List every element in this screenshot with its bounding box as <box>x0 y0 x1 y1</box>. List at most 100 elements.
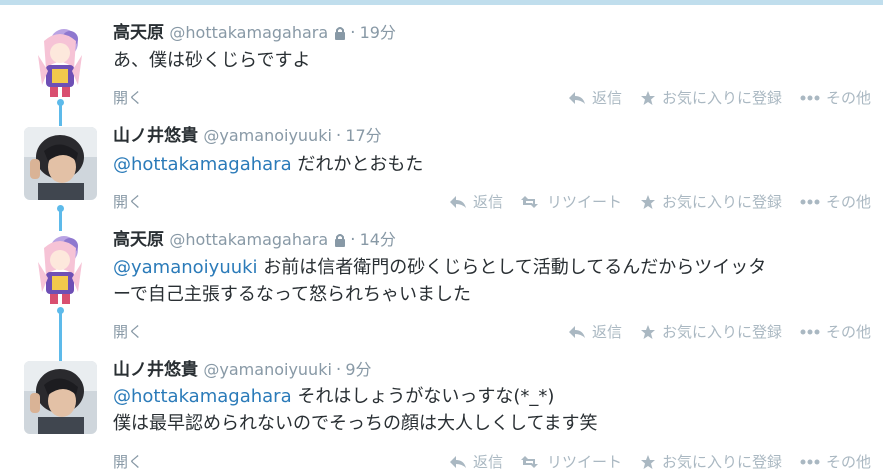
reply-label: 返信 <box>472 193 503 211</box>
tweet-actions: 返信 リツイート お気に入りに登録 その他 <box>431 451 871 472</box>
tweet-actions: 返信 お気に入りに登録 その他 <box>550 87 871 108</box>
reply-label: 返信 <box>472 453 503 471</box>
reply-icon <box>449 455 466 468</box>
tweet-text: @yamanoiyuuki お前は信者衛門の砂くじらとして活動してるんだからツイ… <box>113 254 863 308</box>
more-label: その他 <box>825 89 871 107</box>
lock-icon <box>334 231 346 253</box>
tweet-text-line: ーで自己主張するなって怒られちゃいました <box>113 284 472 305</box>
retweet-icon <box>520 455 538 468</box>
reply-button[interactable]: 返信 <box>568 321 622 342</box>
more-dots-icon <box>800 459 820 464</box>
thread-connector <box>59 209 62 231</box>
person-photo-avatar-image <box>24 127 97 200</box>
favorite-label: お気に入りに登録 <box>661 323 782 341</box>
retweet-label: リツイート <box>546 193 622 211</box>
reply-button[interactable]: 返信 <box>449 451 503 472</box>
person-photo-avatar-image <box>24 361 97 434</box>
tweet-header: 高天原 @hottakamagahara · 19分 <box>113 22 396 46</box>
tweet-text-segment: お前は信者衛門の砂くじらとして活動してるんだからツイッタ <box>257 257 767 278</box>
more-label: その他 <box>825 323 871 341</box>
timestamp[interactable]: 17分 <box>345 126 381 145</box>
thread-connector-dot <box>57 99 64 106</box>
retweet-label: リツイート <box>546 453 622 471</box>
favorite-button[interactable]: お気に入りに登録 <box>640 87 782 108</box>
tweet-actions: 返信 お気に入りに登録 その他 <box>550 321 871 342</box>
username[interactable]: @yamanoiyuuki <box>203 126 332 145</box>
star-icon <box>640 90 655 105</box>
more-button[interactable]: その他 <box>800 451 871 472</box>
tweet-text-segment: それはしょうがないっすな(*_*) <box>291 386 555 407</box>
display-name[interactable]: 高天原 <box>113 230 164 250</box>
favorite-button[interactable]: お気に入りに登録 <box>640 451 782 472</box>
tweet-text: @hottakamagahara それはしょうがないっすな(*_*) 僕は最早認… <box>113 383 863 437</box>
reply-label: 返信 <box>591 89 622 107</box>
favorite-label: お気に入りに登録 <box>661 193 782 211</box>
favorite-button[interactable]: お気に入りに登録 <box>640 321 782 342</box>
anime-girl-avatar-image <box>24 25 97 98</box>
tweet-text-line: @yamanoiyuuki お前は信者衛門の砂くじらとして活動してるんだからツイ… <box>113 254 863 281</box>
display-name[interactable]: 高天原 <box>113 23 164 43</box>
favorite-label: お気に入りに登録 <box>661 89 782 107</box>
thread-connector <box>59 311 62 361</box>
lock-icon <box>334 24 346 46</box>
tweet-header: 山ノ井悠貴 @yamanoiyuuki · 9分 <box>113 359 372 381</box>
timestamp[interactable]: 19分 <box>360 23 396 42</box>
mention-link[interactable]: @yamanoiyuuki <box>113 257 258 278</box>
username[interactable]: @hottakamagahara <box>169 230 328 249</box>
timestamp[interactable]: 14分 <box>360 230 396 249</box>
more-label: その他 <box>825 453 871 471</box>
reply-button[interactable]: 返信 <box>568 87 622 108</box>
thread-connector-dot <box>57 205 64 212</box>
expand-link[interactable]: 開く <box>113 451 143 472</box>
conversation-thread: 高天原 @hottakamagahara · 19分 あ、僕は砂くじらですよ 開く … <box>0 0 883 472</box>
avatar[interactable] <box>24 25 97 98</box>
anime-girl-avatar-image <box>24 232 97 305</box>
thread-connector-dot <box>57 307 64 314</box>
tweet-header: 山ノ井悠貴 @yamanoiyuuki · 17分 <box>113 125 382 147</box>
reply-button[interactable]: 返信 <box>449 191 503 212</box>
star-icon <box>640 194 655 209</box>
tweet-text: あ、僕は砂くじらですよ <box>113 47 863 74</box>
tweet-text-line: だれかとおもた <box>291 154 424 175</box>
more-dots-icon <box>800 199 820 204</box>
retweet-button[interactable]: リツイート <box>520 191 622 212</box>
retweet-icon <box>520 195 538 208</box>
favorite-button[interactable]: お気に入りに登録 <box>640 191 782 212</box>
star-icon <box>640 324 655 339</box>
more-label: その他 <box>825 193 871 211</box>
avatar[interactable] <box>24 127 97 200</box>
tweet-header: 高天原 @hottakamagahara · 14分 <box>113 229 396 253</box>
tweet-actions: 返信 リツイート お気に入りに登録 その他 <box>431 191 871 212</box>
mention-link[interactable]: @hottakamagahara <box>113 386 292 407</box>
timestamp[interactable]: 9分 <box>345 360 371 379</box>
retweet-button[interactable]: リツイート <box>520 451 622 472</box>
separator-dot: · <box>335 360 342 380</box>
star-icon <box>640 454 655 469</box>
expand-link[interactable]: 開く <box>113 321 143 342</box>
tweet-text-line: @hottakamagahara それはしょうがないっすな(*_*) <box>113 383 863 410</box>
mention-link[interactable]: @hottakamagahara <box>113 154 292 175</box>
more-button[interactable]: その他 <box>800 191 871 212</box>
expand-link[interactable]: 開く <box>113 191 143 212</box>
favorite-label: お気に入りに登録 <box>661 453 782 471</box>
more-dots-icon <box>800 329 820 334</box>
tweet-text-line: あ、僕は砂くじらですよ <box>113 50 311 71</box>
separator-dot: · <box>335 126 342 146</box>
separator-dot: · <box>350 230 356 250</box>
more-button[interactable]: その他 <box>800 87 871 108</box>
tweet-text: @hottakamagahara だれかとおもた <box>113 151 863 178</box>
expand-link[interactable]: 開く <box>113 87 143 108</box>
display-name[interactable]: 山ノ井悠貴 <box>113 360 198 380</box>
display-name[interactable]: 山ノ井悠貴 <box>113 126 198 146</box>
reply-icon <box>568 91 585 104</box>
username[interactable]: @hottakamagahara <box>169 23 328 42</box>
separator-dot: · <box>350 23 356 43</box>
reply-icon <box>568 325 585 338</box>
username[interactable]: @yamanoiyuuki <box>203 360 332 379</box>
more-button[interactable]: その他 <box>800 321 871 342</box>
reply-icon <box>449 195 466 208</box>
avatar[interactable] <box>24 361 97 434</box>
avatar[interactable] <box>24 232 97 305</box>
reply-label: 返信 <box>591 323 622 341</box>
tweet-text-line: 僕は最早認められないのでそっちの顔は大人しくしてます笑 <box>113 413 598 434</box>
